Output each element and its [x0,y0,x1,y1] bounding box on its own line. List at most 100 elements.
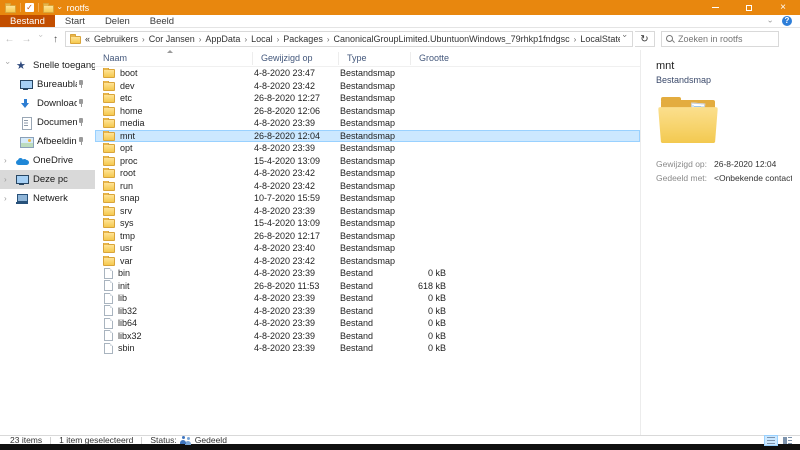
sidebar-item-onedrive[interactable]: ›OneDrive [0,151,95,170]
file-name: run [120,181,133,191]
qat-properties-icon[interactable]: ✓ [25,3,34,12]
sidebar-item-documenten[interactable]: Documenten [0,113,95,132]
breadcrumb-item[interactable]: Cor Jansen [148,34,196,44]
file-type: Bestandsmap [340,231,412,241]
breadcrumb-separator-icon[interactable]: › [139,35,148,44]
folder-icon [103,107,115,116]
breadcrumb-item[interactable]: Local [250,34,274,44]
minimize-button[interactable] [698,0,732,15]
file-type: Bestandsmap [340,156,412,166]
breadcrumb-separator-icon[interactable]: › [571,35,580,44]
qat-customize-chevron-icon[interactable]: › [55,6,63,9]
breadcrumb-item[interactable]: CanonicalGroupLimited.UbuntuonWindows_79… [333,34,571,44]
sidebar-item-snelle-toegang[interactable]: ›Snelle toegang [0,56,95,75]
details-view-button[interactable] [764,435,778,446]
forward-button[interactable]: → [19,34,34,45]
column-header-gewijzigd-op[interactable]: Gewijzigd op [253,52,339,65]
details-shared-value[interactable]: <Onbekende contactpers... [714,173,792,183]
breadcrumb-item[interactable]: Gebruikers [93,34,139,44]
breadcrumb-separator-icon[interactable]: › [274,35,283,44]
file-type: Bestand [340,268,412,278]
tab-delen[interactable]: Delen [95,15,140,27]
file-modified-date: 4-8-2020 23:47 [254,68,340,78]
expand-ribbon-chevron-icon[interactable]: › [766,20,775,23]
thumbnails-view-button[interactable] [780,435,794,446]
tab-beeld[interactable]: Beeld [140,15,184,27]
sidebar-item-netwerk[interactable]: ›Netwerk [0,189,95,208]
table-row[interactable]: tmp26-8-2020 12:17Bestandsmap [95,230,640,243]
table-row[interactable]: opt4-8-2020 23:39Bestandsmap [95,142,640,155]
refresh-button[interactable]: ↻ [635,31,655,47]
file-type: Bestand [340,293,412,303]
file-name: home [120,106,143,116]
breadcrumb-separator-icon[interactable]: › [324,35,333,44]
table-row[interactable]: libx324-8-2020 23:39Bestand0 kB [95,330,640,343]
sidebar-item-label: Downloads [37,98,77,109]
file-name: sys [120,218,134,228]
table-row[interactable]: lib4-8-2020 23:39Bestand0 kB [95,292,640,305]
recent-locations-chevron-icon[interactable]: › [37,34,46,44]
sidebar-item-bureaublad[interactable]: Bureaublad [0,75,95,94]
file-icon [104,268,113,279]
file-name: snap [120,193,140,203]
chevron-down-icon[interactable]: › [4,62,13,70]
sidebar-item-deze-pc[interactable]: ›Deze pc [0,170,95,189]
up-button[interactable]: ↑ [48,34,63,45]
table-row[interactable]: root4-8-2020 23:42Bestandsmap [95,167,640,180]
address-bar[interactable]: « Gebruikers›Cor Jansen›AppData›Local›Pa… [65,31,633,47]
file-type: Bestandsmap [340,68,412,78]
tab-start[interactable]: Start [55,15,95,27]
file-modified-date: 4-8-2020 23:42 [254,81,340,91]
chevron-right-icon[interactable]: › [4,156,16,165]
qat-new-folder-icon[interactable] [43,5,54,13]
table-row[interactable]: run4-8-2020 23:42Bestandsmap [95,180,640,193]
breadcrumb-item[interactable]: Packages [282,34,324,44]
sidebar-item-afbeeldingen[interactable]: Afbeeldingen [0,132,95,151]
breadcrumb-overflow-indicator[interactable]: « [85,34,93,44]
table-row[interactable]: boot4-8-2020 23:47Bestandsmap [95,67,640,80]
chevron-right-icon[interactable]: › [4,194,16,203]
close-button[interactable]: × [766,0,800,15]
table-row[interactable]: proc15-4-2020 13:09Bestandsmap [95,155,640,168]
table-row[interactable]: lib324-8-2020 23:39Bestand0 kB [95,305,640,318]
table-row[interactable]: usr4-8-2020 23:40Bestandsmap [95,242,640,255]
breadcrumb: Gebruikers›Cor Jansen›AppData›Local›Pack… [93,34,620,44]
back-button[interactable]: ← [2,34,17,45]
maximize-button[interactable] [732,0,766,15]
chevron-right-icon[interactable]: › [4,175,16,184]
status-shared-value: Gedeeld [195,435,227,445]
table-row[interactable]: media4-8-2020 23:39Bestandsmap [95,117,640,130]
column-header-type[interactable]: Type [339,52,411,65]
help-icon[interactable]: ? [782,16,792,26]
file-type: Bestand [340,281,412,291]
column-header-grootte[interactable]: Grootte [411,52,447,65]
table-row[interactable]: lib644-8-2020 23:39Bestand0 kB [95,317,640,330]
file-type: Bestandsmap [340,193,412,203]
tab-bestand[interactable]: Bestand [0,15,55,27]
table-row[interactable]: sys15-4-2020 13:09Bestandsmap [95,217,640,230]
breadcrumb-separator-icon[interactable]: › [196,35,205,44]
sidebar-item-downloads[interactable]: Downloads [0,94,95,113]
table-row[interactable]: var4-8-2020 23:42Bestandsmap [95,255,640,268]
table-row[interactable]: srv4-8-2020 23:39Bestandsmap [95,205,640,218]
downloads-icon [20,98,34,110]
address-dropdown-chevron-icon[interactable]: › [621,34,630,44]
table-row[interactable]: mnt26-8-2020 12:04Bestandsmap [95,130,640,143]
breadcrumb-item[interactable]: LocalState [579,34,620,44]
view-toggles [764,435,800,446]
table-row[interactable]: etc26-8-2020 12:27Bestandsmap [95,92,640,105]
table-row[interactable]: bin4-8-2020 23:39Bestand0 kB [95,267,640,280]
breadcrumb-separator-icon[interactable]: › [241,35,250,44]
file-size: 0 kB [412,331,448,341]
file-type: Bestandsmap [340,256,412,266]
status-selection-count: 1 item geselecteerd [59,435,133,445]
breadcrumb-item[interactable]: AppData [204,34,241,44]
table-row[interactable]: init26-8-2020 11:53Bestand618 kB [95,280,640,293]
table-row[interactable]: dev4-8-2020 23:42Bestandsmap [95,80,640,93]
table-row[interactable]: snap10-7-2020 15:59Bestandsmap [95,192,640,205]
details-item-type: Bestandsmap [656,75,792,85]
table-row[interactable]: home26-8-2020 12:06Bestandsmap [95,105,640,118]
search-input[interactable] [678,34,774,44]
table-row[interactable]: sbin4-8-2020 23:39Bestand0 kB [95,342,640,355]
column-header-naam[interactable]: Naam [95,52,253,65]
